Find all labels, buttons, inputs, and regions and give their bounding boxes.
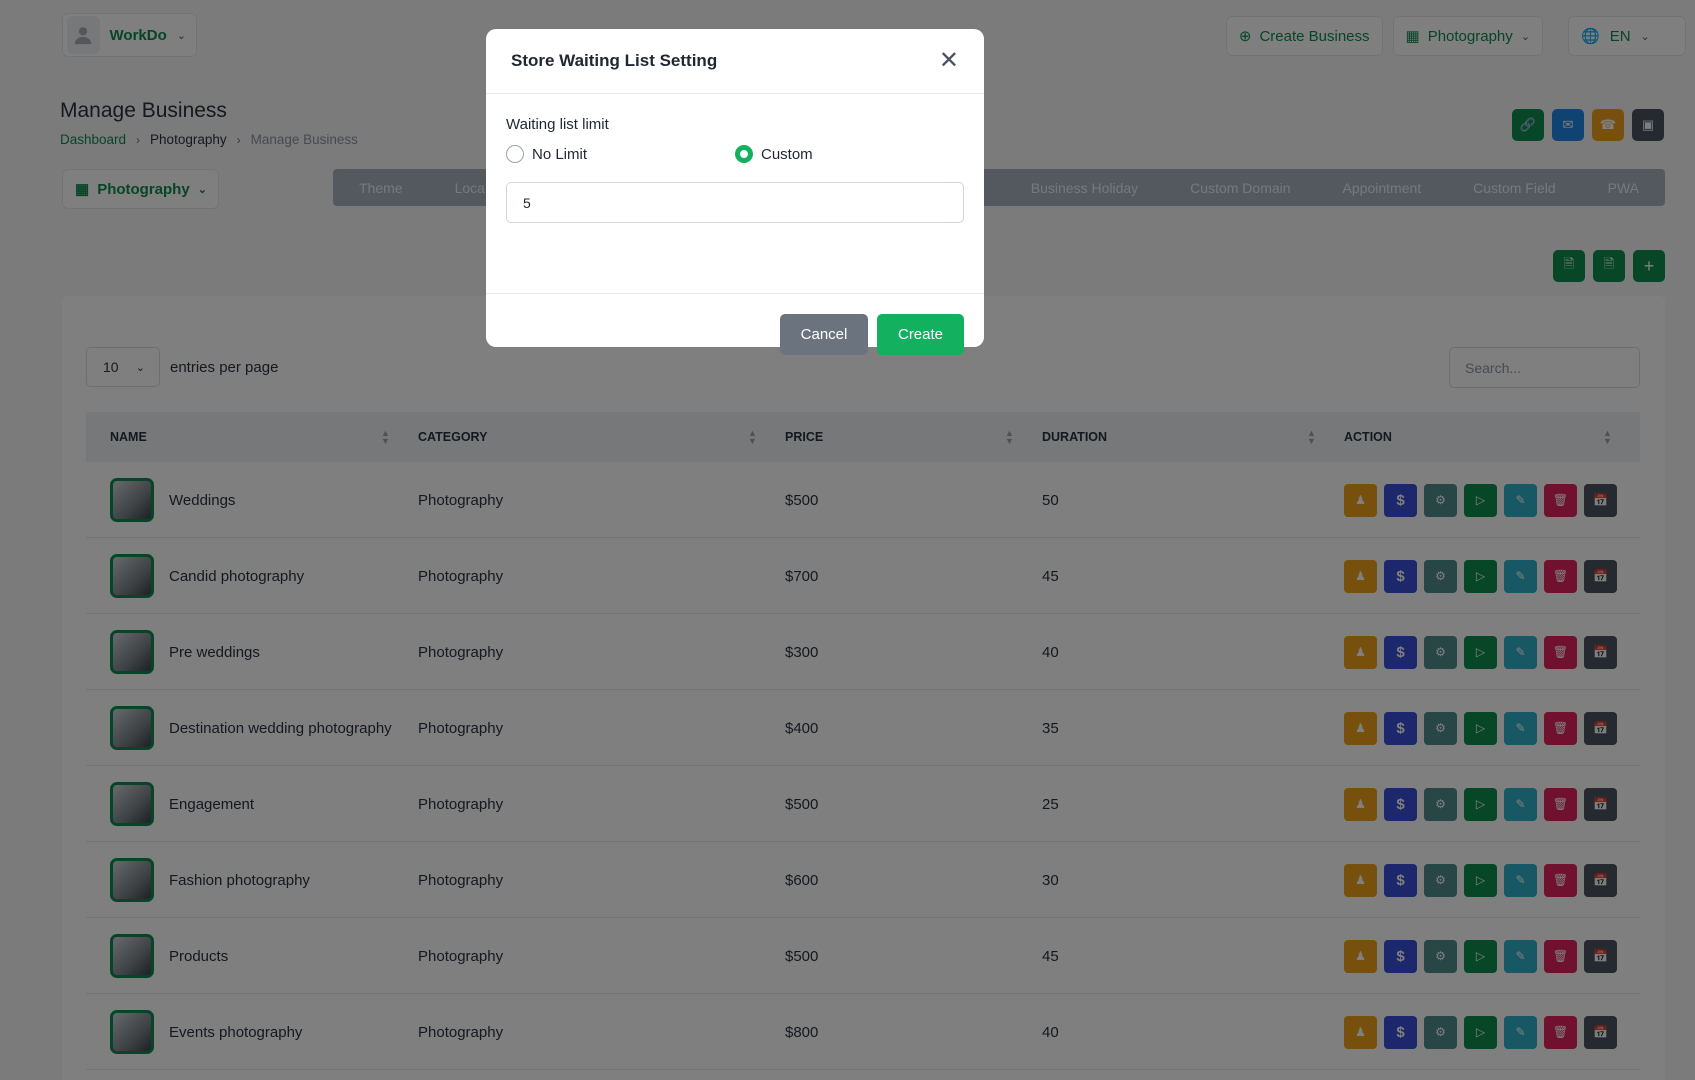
limit-radio-group: No Limit Custom bbox=[506, 145, 964, 163]
radio-no-limit[interactable]: No Limit bbox=[506, 145, 735, 163]
radio-no-limit-label: No Limit bbox=[532, 145, 588, 163]
waiting-list-modal: Store Waiting List Setting ✕ Waiting lis… bbox=[486, 29, 984, 355]
waiting-list-label: Waiting list limit bbox=[506, 116, 609, 133]
modal-body: Waiting list limit No Limit Custom 5 bbox=[486, 94, 984, 294]
create-button[interactable]: Create bbox=[877, 314, 964, 355]
waiting-list-limit-input[interactable]: 5 bbox=[506, 182, 964, 223]
modal-header: Store Waiting List Setting ✕ bbox=[486, 29, 984, 94]
radio-custom-label: Custom bbox=[761, 145, 813, 163]
cancel-button[interactable]: Cancel bbox=[780, 314, 868, 355]
radio-custom[interactable]: Custom bbox=[735, 145, 964, 163]
modal-title: Store Waiting List Setting bbox=[511, 51, 718, 70]
radio-circle-checked[interactable] bbox=[735, 145, 753, 163]
modal-footer: Cancel Create bbox=[486, 294, 984, 355]
close-icon[interactable]: ✕ bbox=[939, 49, 959, 73]
radio-circle[interactable] bbox=[506, 145, 524, 163]
